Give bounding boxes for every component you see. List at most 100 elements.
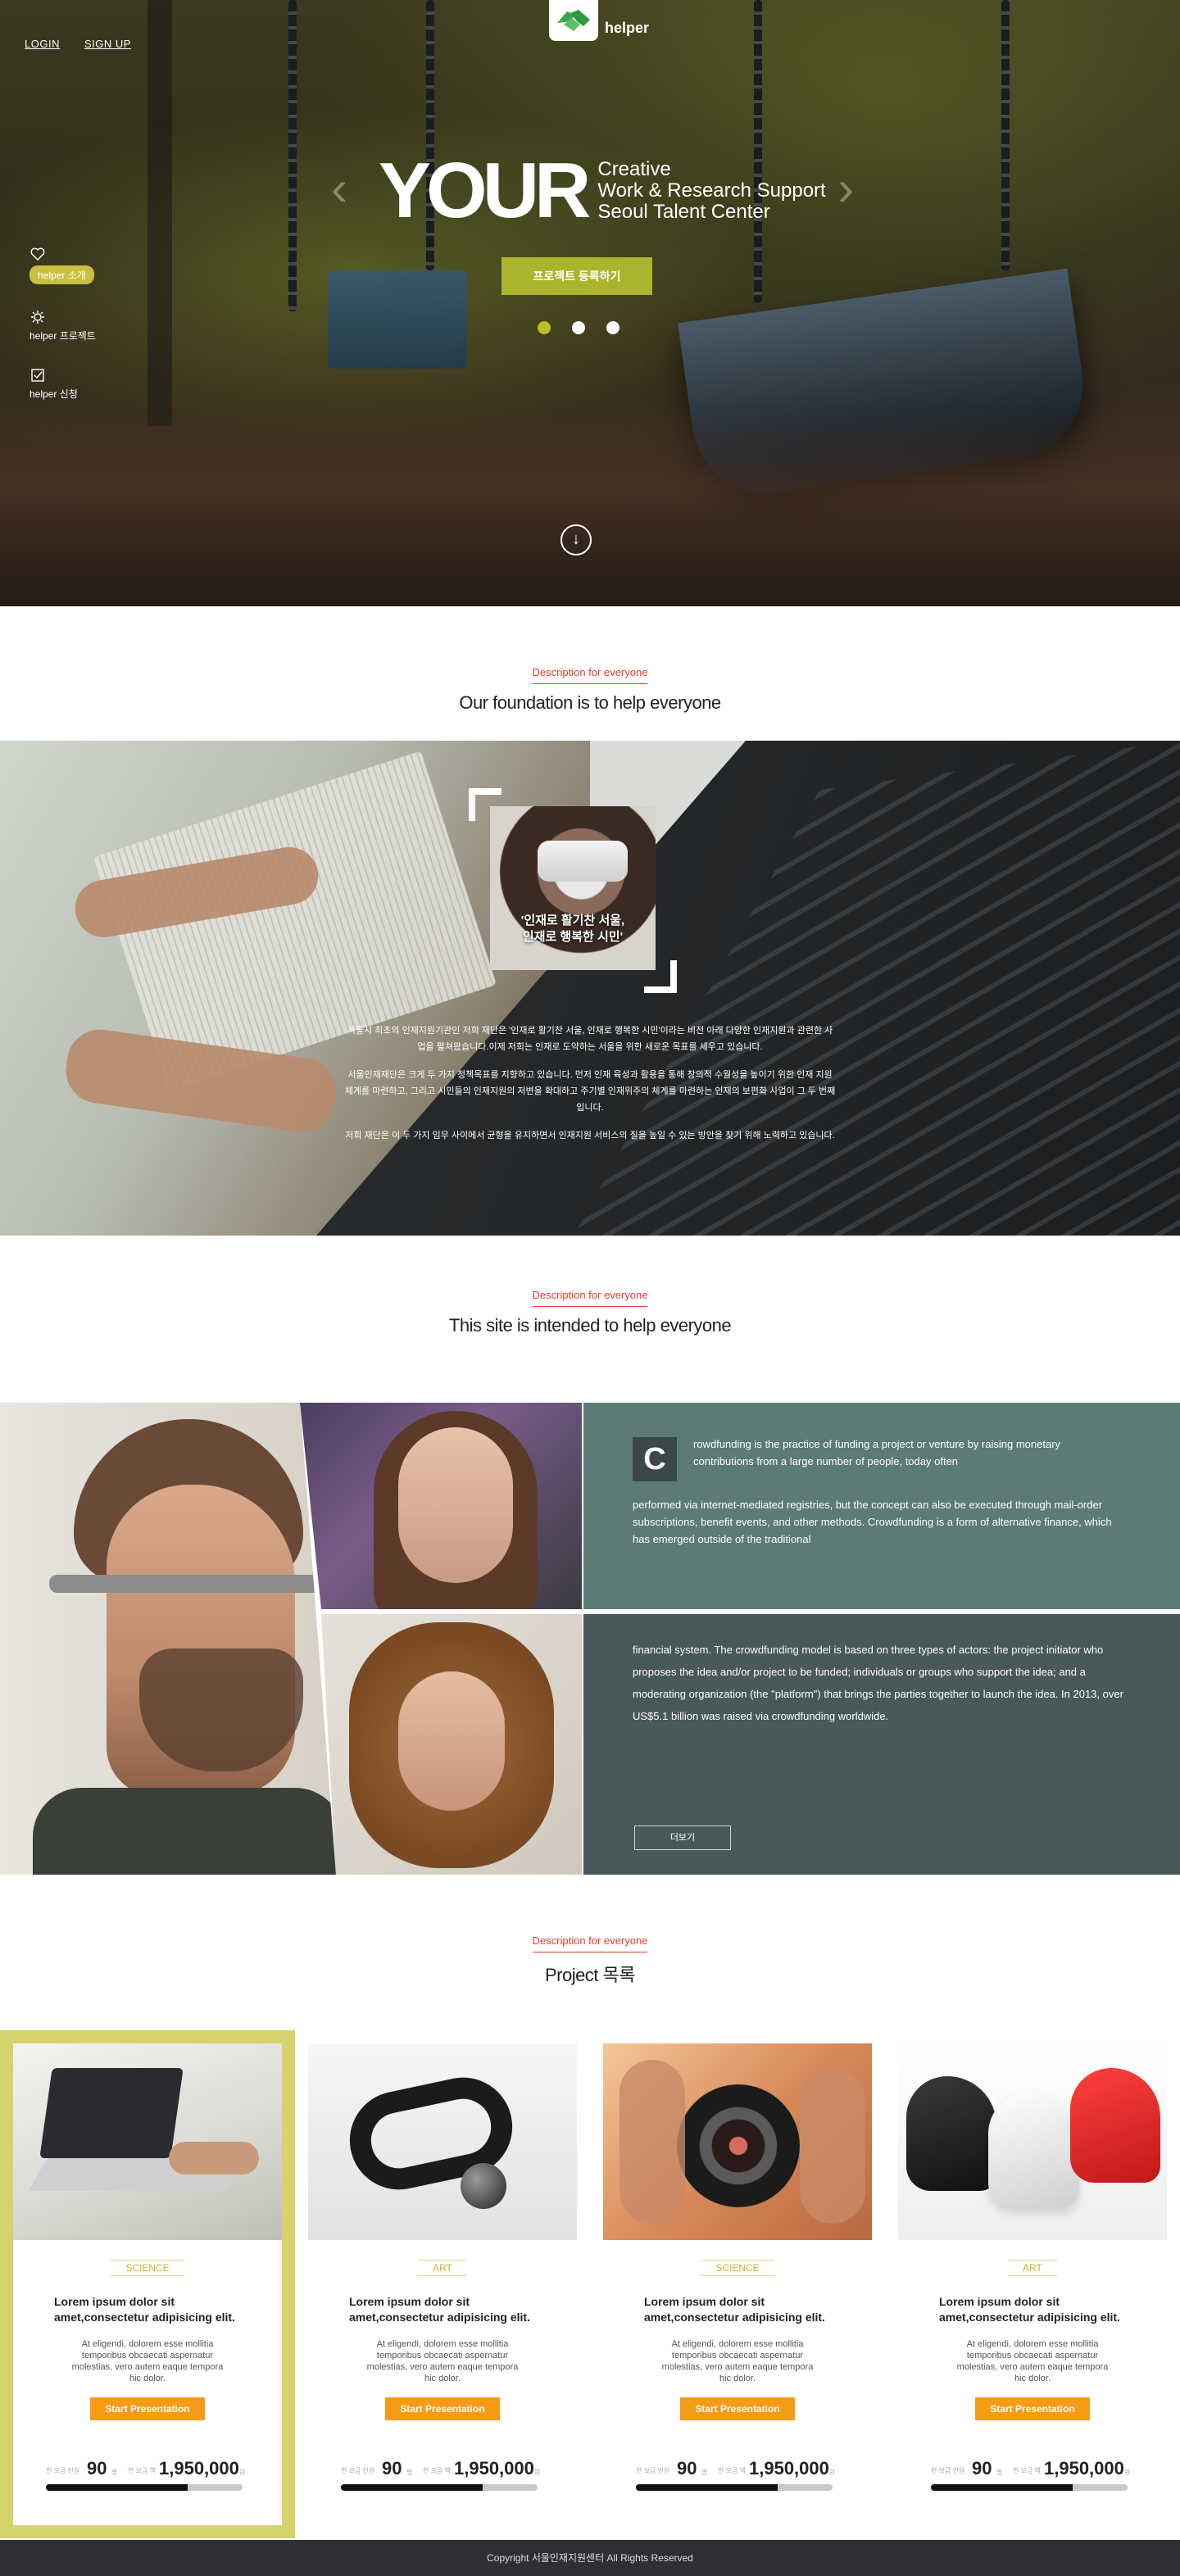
project-card[interactable]: SCIENCE Lorem ipsum dolor sit amet,conse… [0, 2030, 295, 2538]
logo-text: helper [605, 20, 650, 36]
section-kicker: Description for everyone [532, 1934, 648, 1952]
photo-caption: '인재로 활기찬 서울, 인재로 행복한 시민' [469, 913, 677, 946]
face [398, 1671, 505, 1811]
section-title: This site is intended to help everyone [448, 1315, 732, 1336]
hero-line-3: Seoul Talent Center [597, 201, 770, 223]
project-title: Lorem ipsum dolor sit amet,consectetur a… [644, 2295, 825, 2324]
copyright-text: Copyright 서울인재지원센터 All Rights Reserved [487, 2552, 693, 2564]
login-link[interactable]: LOGIN [25, 38, 60, 50]
project-description: At eligendi, dolorem esse mollitia tempo… [956, 2339, 1109, 2383]
prev-slide-arrow[interactable]: ‹ [331, 164, 347, 213]
project-card[interactable]: ART Lorem ipsum dolor sit amet,consectet… [885, 2030, 1180, 2538]
signup-link[interactable]: SIGN UP [84, 38, 131, 50]
swing-chain [1001, 0, 1010, 270]
project-title: Lorem ipsum dolor sit amet,consectetur a… [349, 2295, 530, 2324]
ground [0, 410, 1180, 606]
hero-banner: LOGIN SIGN UP helper helper 소개 helper 프로… [0, 0, 1180, 606]
progress-fill [341, 2484, 483, 2491]
swing-seat-back [328, 270, 467, 369]
slide-dot[interactable] [538, 321, 551, 334]
more-button[interactable]: 더보기 [634, 1825, 731, 1850]
foundation-text: 서울시 최초의 인재지원기관인 저희 재단은 '인재로 활기찬 서울, 인재로 … [344, 1023, 836, 1155]
hero-line-2: Work & Research Support [597, 179, 826, 202]
foundation-paragraph: 서울시 최초의 인재지원기관인 저희 재단은 '인재로 활기찬 서울, 인재로 … [347, 1026, 833, 1052]
side-nav-apply[interactable]: helper 신청 [30, 367, 128, 401]
supporters-label: 현 모금 인원 [636, 2467, 670, 2474]
curly-hair-woman-photo [321, 1614, 582, 1875]
progress-fill [46, 2484, 188, 2491]
shirt [33, 1788, 336, 1875]
side-nav-label: helper 소개 [30, 265, 94, 284]
foundation-paragraph: 서울인재재단은 크게 두 가지 정책목표를 지향하고 있습니다. 먼저 인재 육… [344, 1070, 836, 1113]
handshake-icon [549, 0, 598, 41]
face [398, 1427, 513, 1583]
checkbox-icon [31, 369, 44, 382]
amount-unit: 원 [534, 2469, 541, 2476]
amount-unit: 원 [829, 2469, 836, 2476]
metal-ball [461, 2163, 506, 2209]
supporters-count: 90 [382, 2458, 402, 2478]
amount-label: 현 모금 액 [423, 2467, 451, 2474]
hero-title: YOUR Creative Work & Research Support Se… [379, 146, 826, 236]
slide-dot[interactable] [606, 321, 620, 334]
side-nav-projects[interactable]: helper 프로젝트 [30, 309, 128, 342]
footer: Copyright 서울인재지원센터 All Rights Reserved [0, 2540, 1180, 2576]
bracelet-image [308, 2043, 577, 2240]
section-kicker: Description for everyone [532, 666, 648, 684]
project-card-body: ART Lorem ipsum dolor sit amet,consectet… [308, 2240, 577, 2525]
start-presentation-button[interactable]: Start Presentation [975, 2397, 1090, 2420]
hero-line-1: Creative [597, 158, 671, 180]
project-card[interactable]: SCIENCE Lorem ipsum dolor sit amet,conse… [590, 2030, 885, 2538]
hand [800, 2068, 865, 2224]
project-title: Lorem ipsum dolor sit amet,consectetur a… [54, 2295, 235, 2324]
section-title: Our foundation is to help everyone [459, 692, 721, 713]
supporters-label: 현 모금 인원 [46, 2467, 80, 2474]
swing-chain [288, 0, 297, 311]
amount-value: 1,950,000 [1044, 2458, 1124, 2478]
start-presentation-button[interactable]: Start Presentation [90, 2397, 205, 2420]
supporters-unit: 명 [996, 2469, 1003, 2476]
slide-indicators [538, 321, 620, 334]
slide-dot[interactable] [572, 321, 585, 334]
supporters-count: 90 [972, 2458, 992, 2478]
crowdfunding-panel-top: C rowdfunding is the practice of funding… [583, 1403, 1180, 1609]
auth-links: LOGIN SIGN UP [25, 38, 131, 50]
gear-icon [31, 311, 44, 324]
logo[interactable]: helper [549, 0, 656, 49]
woman-portrait-photo [300, 1403, 582, 1609]
crowdfunding-panel-bottom: financial system. The crowdfunding model… [583, 1614, 1180, 1875]
start-presentation-button[interactable]: Start Presentation [385, 2397, 500, 2420]
side-nav-about[interactable]: helper 소개 [30, 246, 128, 284]
funding-progress-bar [636, 2484, 833, 2491]
project-card[interactable]: ART Lorem ipsum dolor sit amet,consectet… [295, 2030, 590, 2538]
black-earbud [906, 2076, 996, 2191]
caption-line-1: '인재로 활기찬 서울, [520, 914, 625, 927]
project-category: ART [418, 2260, 467, 2276]
progress-fill [636, 2484, 778, 2491]
supporters-count: 90 [677, 2458, 697, 2478]
project-stats: 현 모금 인원 90 명 현 모금 액 1,950,000 원 [46, 2458, 251, 2483]
earbuds-image [898, 2043, 1167, 2240]
progress-fill [931, 2484, 1073, 2491]
supporters-label: 현 모금 인원 [931, 2467, 965, 2474]
project-card-body: SCIENCE Lorem ipsum dolor sit amet,conse… [13, 2240, 282, 2525]
start-presentation-button[interactable]: Start Presentation [680, 2397, 795, 2420]
project-title: Lorem ipsum dolor sit amet,consectetur a… [939, 2295, 1120, 2324]
foundation-section: '인재로 활기찬 서울, 인재로 행복한 시민' 서울시 최초의 인재지원기관인… [0, 741, 1180, 1236]
project-category: ART [1008, 2260, 1057, 2276]
register-project-button[interactable]: 프로젝트 등록하기 [502, 257, 652, 295]
crowdfunding-feature: C rowdfunding is the practice of funding… [0, 1403, 1180, 1875]
hand [169, 2142, 259, 2175]
project-description: At eligendi, dolorem esse mollitia tempo… [366, 2339, 519, 2383]
next-slide-arrow[interactable]: › [837, 164, 854, 213]
project-stats: 현 모금 인원 90 명 현 모금 액 1,950,000 원 [931, 2458, 1136, 2483]
project-list: SCIENCE Lorem ipsum dolor sit amet,conse… [0, 2030, 1180, 2538]
project-stats: 현 모금 인원 90 명 현 모금 액 1,950,000 원 [341, 2458, 546, 2483]
swing-post [148, 0, 172, 426]
scroll-down-icon[interactable]: ↓ [560, 524, 592, 556]
project-category: SCIENCE [111, 2260, 184, 2276]
camera-lens [677, 2084, 800, 2207]
vr-headset [538, 841, 628, 882]
side-nav: helper 소개 helper 프로젝트 helper 신청 [30, 246, 128, 425]
laptop-image [13, 2043, 282, 2240]
